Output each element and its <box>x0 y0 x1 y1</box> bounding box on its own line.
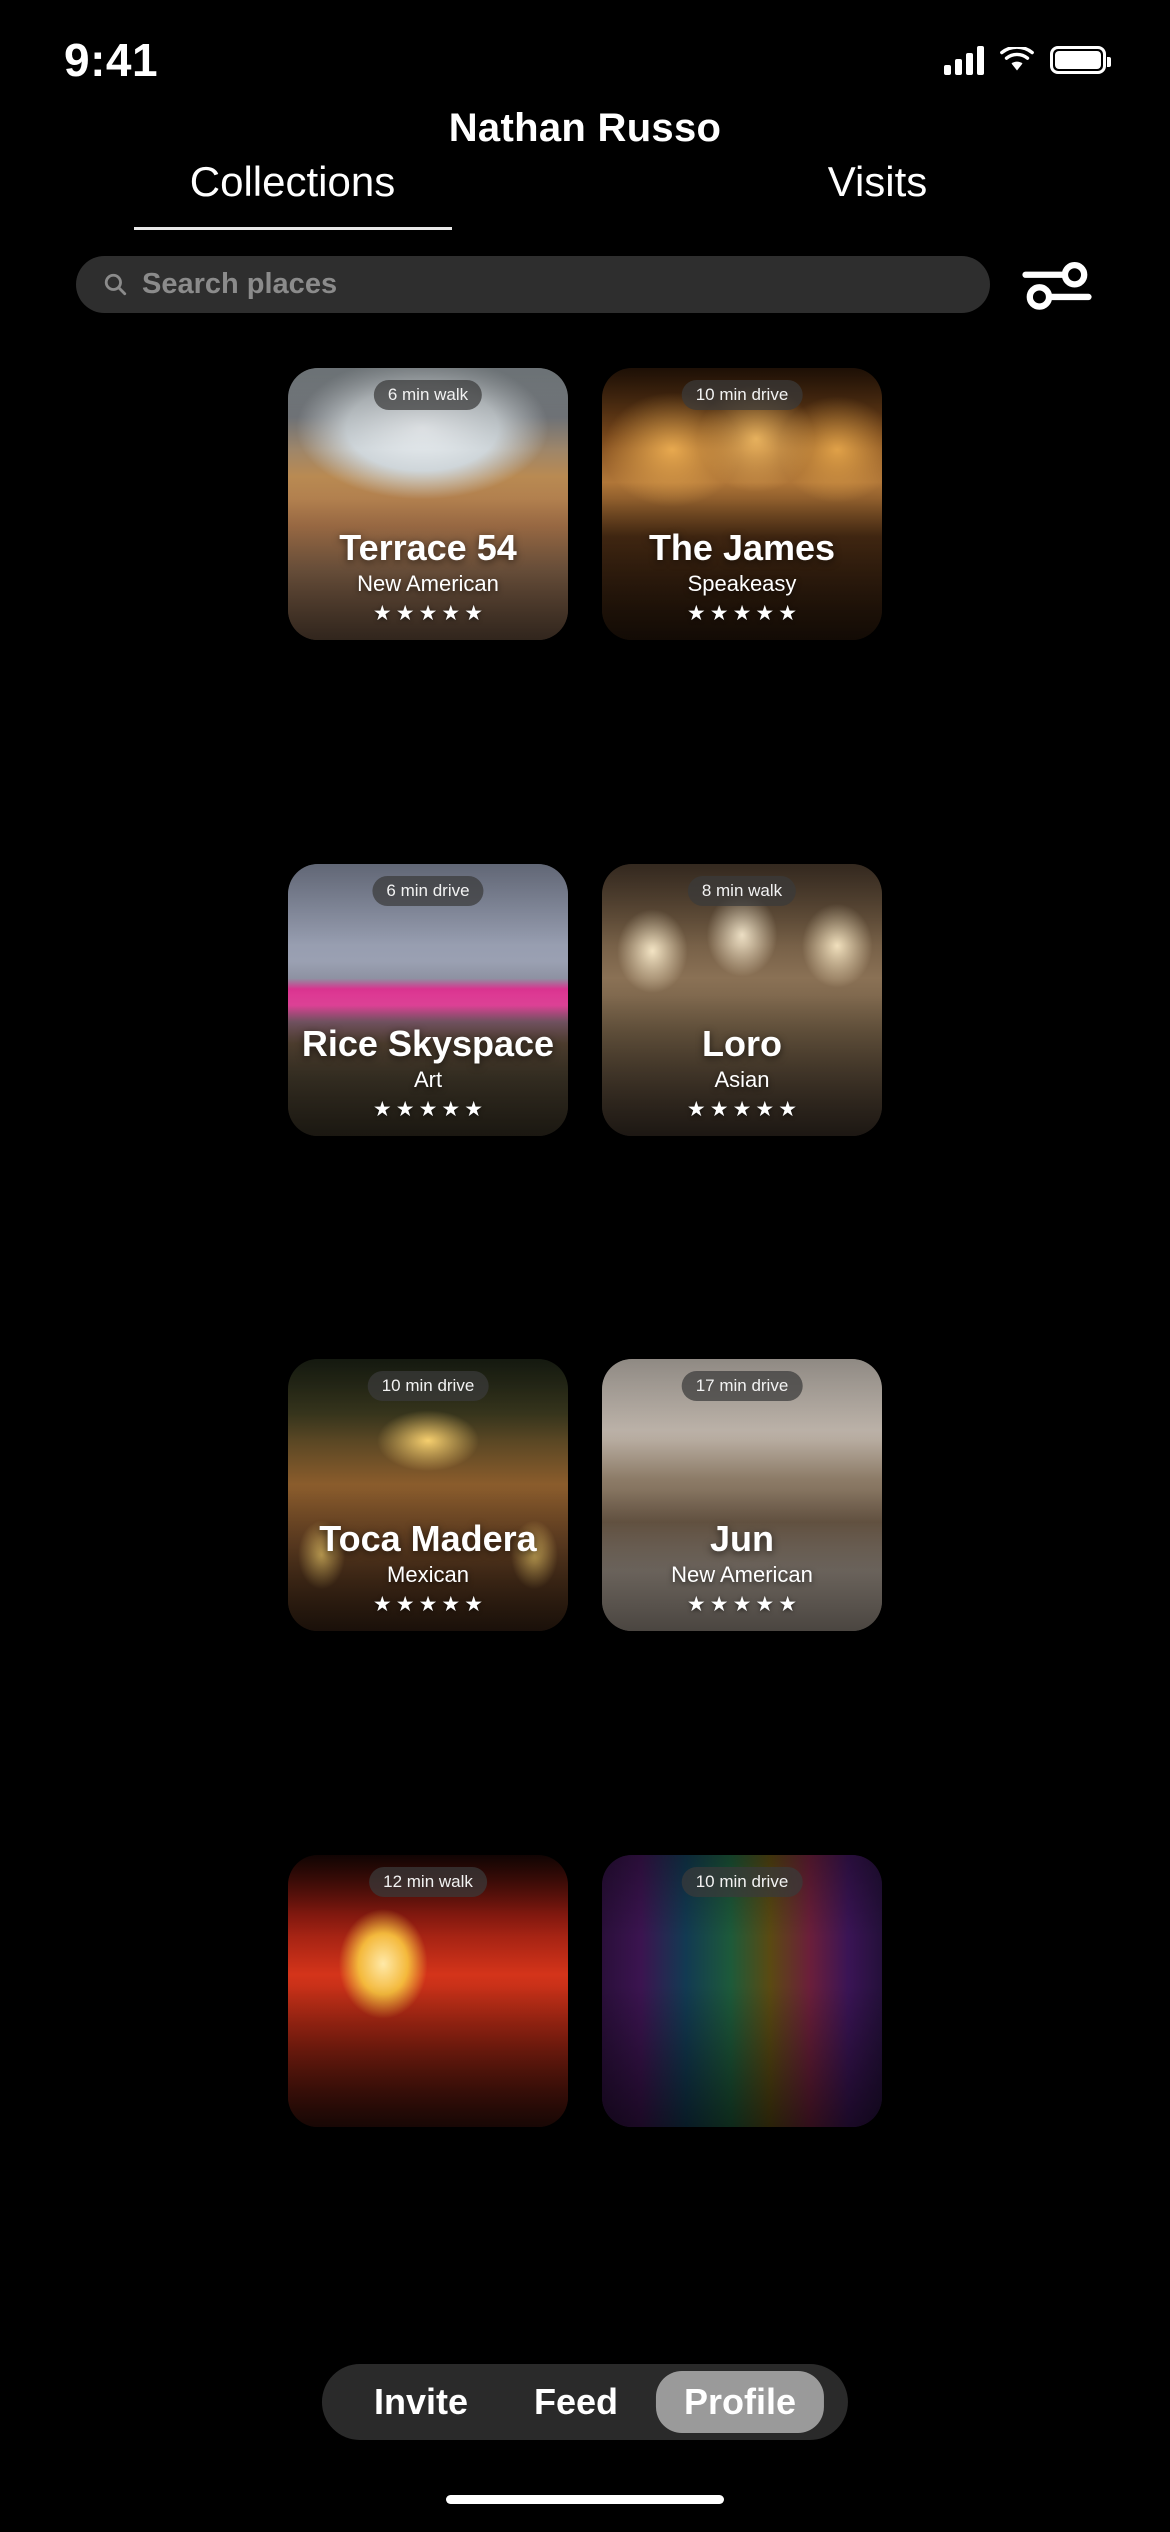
travel-time-badge: 12 min walk <box>369 1866 487 1897</box>
star-icon: ★ <box>372 1097 392 1121</box>
status-bar-indicators <box>944 45 1111 75</box>
star-icon: ★ <box>686 602 706 625</box>
place-card[interactable]: 6 min walk Terrace 54 New American ★ ★ ★ ★ ★ <box>288 368 568 640</box>
star-icon: ★ <box>395 1097 415 1121</box>
place-card[interactable]: 8 min walk Loro Asian ★ ★ ★ ★ ★ <box>602 863 882 1136</box>
top-tabs: Collections Visits <box>0 158 1170 230</box>
wifi-icon <box>1000 47 1034 71</box>
star-icon: ★ <box>732 602 752 625</box>
rating-stars: ★ ★ ★ ★ ★ <box>296 1099 560 1120</box>
travel-time-badge: 10 min drive <box>681 1866 803 1897</box>
rating-stars: ★ ★ ★ ★ ★ <box>296 1594 560 1615</box>
bottom-tab-feed[interactable]: Feed <box>506 2371 646 2433</box>
rating-stars: ★ ★ ★ ★ ★ <box>610 1099 874 1120</box>
place-name: Toca Madera <box>319 1518 537 1560</box>
tab-collections[interactable]: Collections <box>0 158 585 230</box>
star-icon: ★ <box>418 1593 438 1616</box>
place-info: Jun New American ★ ★ ★ ★ ★ <box>602 1520 882 1615</box>
place-card[interactable]: 6 min drive Rice Skyspace Art ★ ★ ★ ★ ★ <box>288 863 568 1136</box>
travel-time-badge: 10 min drive <box>681 380 803 410</box>
bottom-tab-bar: Invite Feed Profile <box>321 2364 849 2440</box>
place-info: Toca Madera Mexican ★ ★ ★ ★ ★ <box>288 1520 568 1615</box>
place-name: Jun <box>709 1518 774 1560</box>
status-bar: 9:41 <box>0 0 1170 120</box>
star-icon: ★ <box>755 602 775 625</box>
place-info: The James Speakeasy ★ ★ ★ ★ ★ <box>602 529 882 624</box>
place-name: Rice Skyspace <box>301 1022 555 1064</box>
place-category: Mexican <box>387 1562 469 1587</box>
place-category: Art <box>413 1066 443 1092</box>
bottom-tab-invite[interactable]: Invite <box>346 2371 496 2433</box>
star-icon: ★ <box>778 602 798 625</box>
star-icon: ★ <box>732 1097 752 1121</box>
signal-bars-icon <box>944 45 984 75</box>
travel-time-badge: 6 min walk <box>373 380 483 410</box>
rating-stars: ★ ★ ★ ★ ★ <box>296 603 560 624</box>
star-icon: ★ <box>778 1593 798 1616</box>
search-row: Search places <box>76 254 1094 314</box>
star-icon: ★ <box>441 1097 461 1121</box>
star-icon: ★ <box>441 602 461 625</box>
travel-time-badge: 8 min walk <box>687 875 797 906</box>
page-title: Nathan Russo <box>448 106 722 150</box>
search-input[interactable]: Search places <box>76 255 990 313</box>
home-indicator <box>446 2495 724 2504</box>
star-icon: ★ <box>709 602 729 625</box>
app-screen: 9:41 Nathan Russo Collections Visits Sea… <box>0 0 1170 2532</box>
star-icon: ★ <box>464 1097 484 1121</box>
tab-visits-label: Visits <box>827 158 928 205</box>
star-icon: ★ <box>686 1593 706 1616</box>
star-icon: ★ <box>709 1097 729 1121</box>
place-info: Rice Skyspace Art ★ ★ ★ ★ ★ <box>288 1022 568 1120</box>
rating-stars: ★ ★ ★ ★ ★ <box>610 1594 874 1615</box>
tab-visits[interactable]: Visits <box>585 158 1170 230</box>
star-icon: ★ <box>464 602 484 625</box>
place-category: New American <box>357 571 499 596</box>
place-category: New American <box>671 1562 813 1587</box>
star-icon: ★ <box>755 1097 775 1121</box>
place-card[interactable]: 10 min drive Toca Madera Mexican ★ ★ ★ ★ ★ <box>288 1359 568 1631</box>
star-icon: ★ <box>686 1097 706 1121</box>
place-card[interactable]: 10 min drive <box>602 1854 882 2127</box>
status-bar-clock: 9:41 <box>64 34 159 86</box>
place-name: Loro <box>702 1022 782 1064</box>
rating-stars: ★ ★ ★ ★ ★ <box>610 603 874 624</box>
filter-sliders-icon[interactable] <box>1020 254 1094 314</box>
battery-icon <box>1050 46 1111 74</box>
star-icon: ★ <box>395 1593 415 1616</box>
star-icon: ★ <box>395 602 415 625</box>
place-name: Terrace 54 <box>339 527 517 569</box>
place-info: Terrace 54 New American ★ ★ ★ ★ ★ <box>288 529 568 624</box>
place-info: Loro Asian ★ ★ ★ ★ ★ <box>602 1022 882 1120</box>
star-icon: ★ <box>372 1593 392 1616</box>
star-icon: ★ <box>441 1593 461 1616</box>
place-category: Asian <box>714 1066 770 1092</box>
travel-time-badge: 17 min drive <box>681 1371 803 1401</box>
star-icon: ★ <box>418 1097 438 1121</box>
search-placeholder: Search places <box>142 267 338 300</box>
star-icon: ★ <box>755 1593 775 1616</box>
star-icon: ★ <box>372 602 392 625</box>
search-icon <box>104 273 127 296</box>
travel-time-badge: 10 min drive <box>367 1371 489 1401</box>
place-card[interactable]: 10 min drive The James Speakeasy ★ ★ ★ ★ ★ <box>602 368 882 640</box>
place-card[interactable]: 17 min drive Jun New American ★ ★ ★ ★ ★ <box>602 1359 882 1631</box>
places-grid: 6 min walk Terrace 54 New American ★ ★ ★ ★ ★ 10 … <box>66 368 1104 2328</box>
star-icon: ★ <box>778 1097 798 1121</box>
tab-collections-label: Collections <box>189 158 396 205</box>
bottom-tab-profile[interactable]: Profile <box>656 2371 825 2433</box>
star-icon: ★ <box>709 1593 729 1616</box>
place-name: The James <box>648 527 836 569</box>
place-category: Speakeasy <box>687 571 797 596</box>
star-icon: ★ <box>732 1593 752 1616</box>
star-icon: ★ <box>418 602 438 625</box>
star-icon: ★ <box>464 1593 484 1616</box>
place-card[interactable]: 12 min walk <box>288 1854 568 2127</box>
travel-time-badge: 6 min drive <box>372 875 484 906</box>
